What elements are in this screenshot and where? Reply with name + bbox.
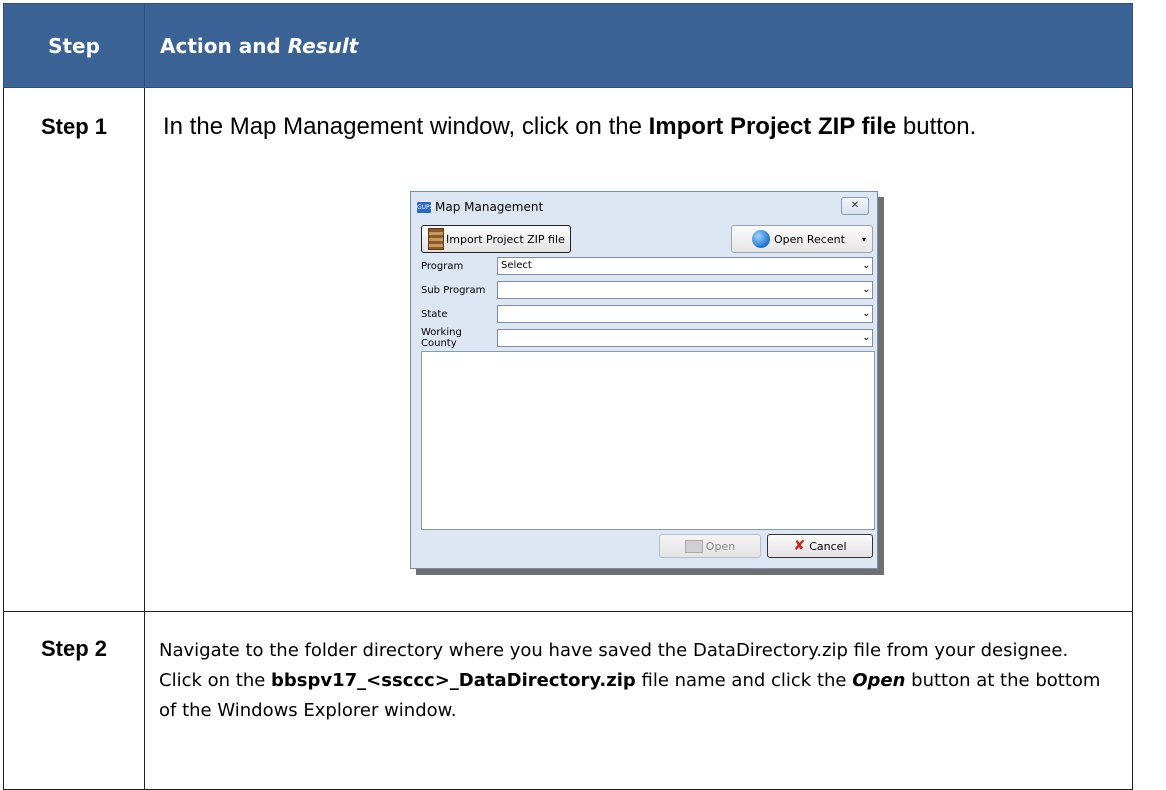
- action-text-part: button.: [896, 113, 977, 140]
- import-button-label: Import Project ZIP file: [446, 232, 565, 246]
- table-header-row: Step Action and Result: [3, 3, 1133, 88]
- program-row: Program Select ⌄: [421, 257, 873, 275]
- close-icon: ✕: [850, 200, 860, 211]
- sub-program-label: Sub Program: [421, 284, 486, 296]
- action-text-part: In the Map Management window, click on t…: [163, 113, 649, 140]
- cancel-x-icon: ✘: [793, 538, 806, 554]
- chevron-down-icon: ⌄: [862, 309, 870, 319]
- open-button[interactable]: Open: [659, 534, 761, 558]
- globe-icon: [752, 230, 770, 248]
- dialog-title-bar: GUPS Map Management: [417, 198, 543, 216]
- action-text-bold: bbspv17_<ssccc>_DataDirectory.zip: [271, 670, 636, 691]
- chevron-down-icon: ⌄: [862, 261, 870, 271]
- chevron-down-icon: ⌄: [862, 285, 870, 295]
- folder-icon: [684, 539, 703, 553]
- action-text: Navigate to the folder directory where y…: [145, 612, 1132, 726]
- program-label: Program: [421, 260, 464, 272]
- cancel-button-label: Cancel: [809, 539, 847, 553]
- working-county-row: Working County ⌄: [421, 327, 873, 349]
- header-result-text: Result: [287, 33, 359, 58]
- table-row: Step 2 Navigate to the folder directory …: [3, 611, 1133, 790]
- state-row: State ⌄: [421, 305, 873, 323]
- close-button[interactable]: ✕: [841, 197, 869, 215]
- header-action-text: Action and: [160, 33, 288, 58]
- app-logo-icon: GUPS: [417, 201, 434, 213]
- open-recent-label: Open Recent: [774, 232, 845, 246]
- action-text-bold: Import Project ZIP file: [648, 113, 897, 140]
- action-cell: Navigate to the folder directory where y…: [144, 611, 1133, 790]
- project-list[interactable]: [421, 351, 875, 530]
- working-county-label: Working County: [421, 327, 462, 349]
- sub-program-select[interactable]: ⌄: [497, 281, 873, 299]
- map-management-dialog: GUPS Map Management ✕ Import Project ZIP…: [410, 191, 878, 569]
- sub-program-row: Sub Program ⌄: [421, 281, 873, 299]
- step-label: Step 1: [3, 87, 145, 612]
- cancel-button[interactable]: ✘ Cancel: [767, 534, 873, 558]
- action-text: In the Map Management window, click on t…: [145, 88, 1132, 142]
- header-step: Step: [3, 3, 145, 88]
- state-label: State: [421, 308, 448, 320]
- chevron-down-icon: ⌄: [862, 333, 870, 343]
- header-action: Action and Result: [144, 3, 1133, 88]
- open-recent-button[interactable]: Open Recent ▾: [731, 225, 873, 253]
- state-select[interactable]: ⌄: [497, 305, 873, 323]
- working-county-select[interactable]: ⌄: [497, 329, 873, 347]
- dialog-title: Map Management: [435, 200, 544, 214]
- dropdown-arrow-icon: ▾: [861, 234, 866, 244]
- zip-archive-icon: [428, 228, 444, 250]
- action-text-part: file name and click the: [635, 670, 853, 691]
- action-text-bold-italic: Open: [852, 670, 906, 691]
- map-management-screenshot: GUPS Map Management ✕ Import Project ZIP…: [410, 191, 884, 575]
- step-label: Step 2: [3, 611, 145, 790]
- program-select[interactable]: Select ⌄: [497, 257, 873, 275]
- program-value: Select: [501, 260, 532, 271]
- open-button-label: Open: [705, 539, 736, 553]
- import-project-zip-button[interactable]: Import Project ZIP file: [421, 225, 571, 253]
